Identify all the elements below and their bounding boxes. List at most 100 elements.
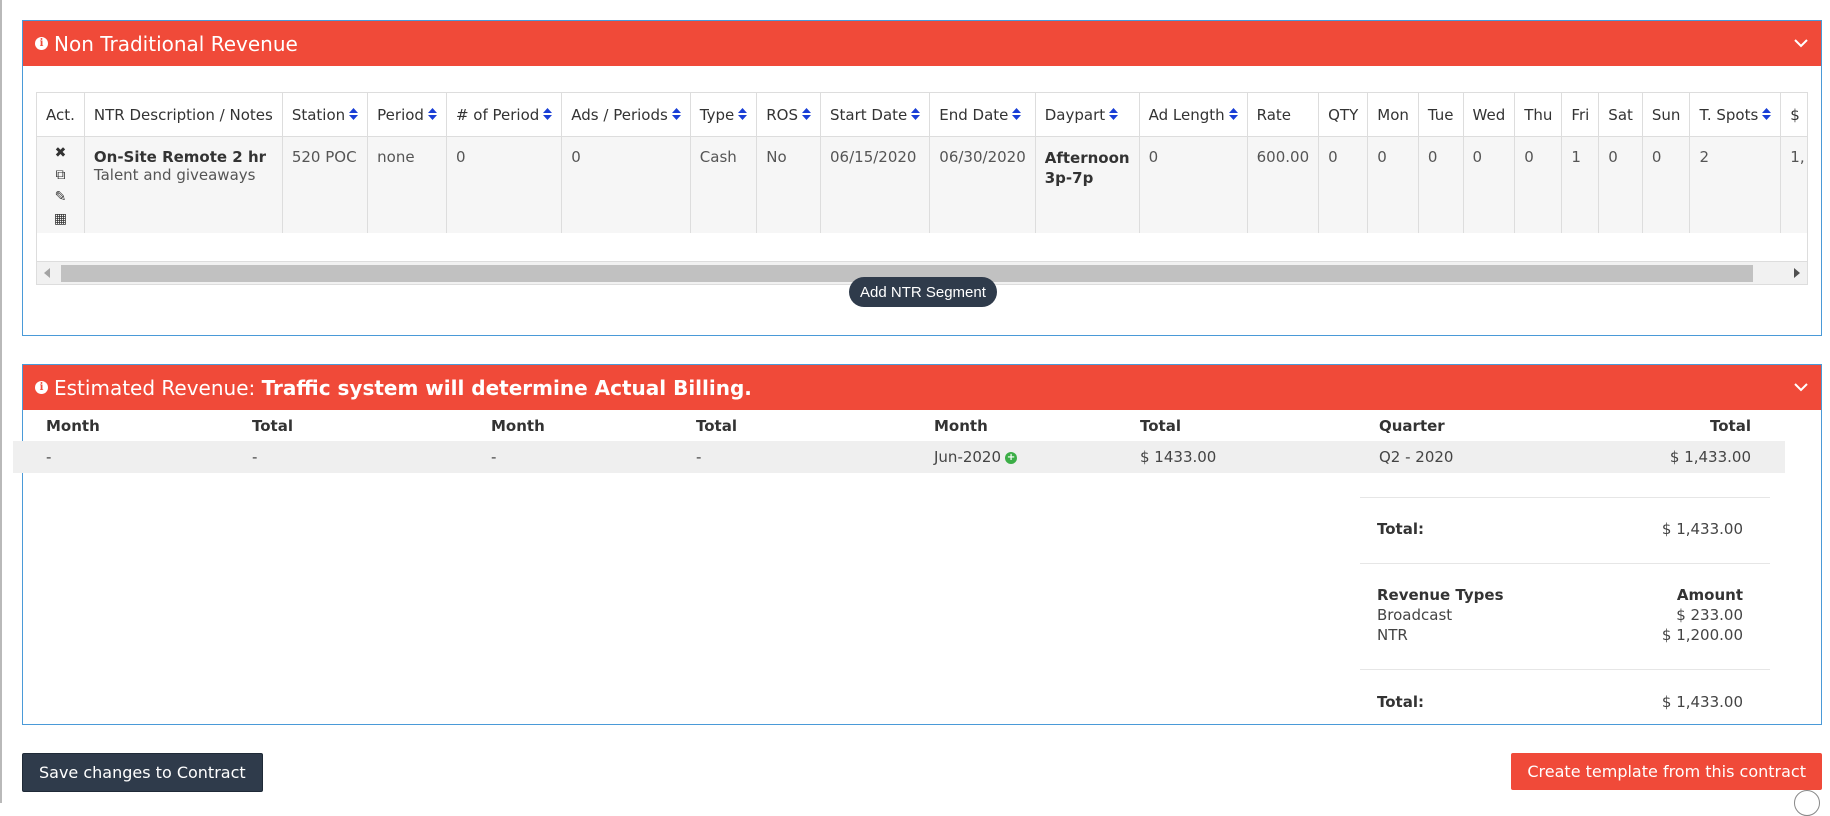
create-template-button[interactable]: Create template from this contract (1511, 753, 1822, 790)
revenue-types-label: Revenue Types (1377, 586, 1504, 604)
sat-cell: 0 (1598, 136, 1643, 233)
sort-icon[interactable] (1228, 108, 1238, 120)
col-header-qty: QTY (1318, 93, 1369, 137)
col-header-ads-periods[interactable]: Ads / Periods (561, 93, 691, 137)
divider (1360, 497, 1770, 498)
save-changes-button[interactable]: Save changes to Contract (22, 753, 263, 792)
revenue-type-ntr-amount: $ 1,200.00 (1661, 626, 1743, 644)
sun-cell: 0 (1642, 136, 1691, 233)
sort-icon[interactable] (738, 108, 748, 120)
period-cell: none (367, 136, 447, 233)
col-header-fri: Fri (1561, 93, 1600, 137)
header-total-3: Total (1140, 417, 1181, 435)
col-header-sat: Sat (1598, 93, 1643, 137)
col-header-num-period[interactable]: # of Period (446, 93, 563, 137)
month-1-value: - (46, 448, 52, 466)
edit-icon[interactable]: ✎ (46, 189, 75, 211)
sort-icon[interactable] (349, 108, 359, 120)
col-header-wed: Wed (1463, 93, 1516, 137)
info-icon: i (35, 381, 48, 394)
col-header-type[interactable]: Type (690, 93, 758, 137)
grand-total-summary: Total: $ 1,433.00 (1360, 693, 1760, 717)
estimated-revenue-header[interactable]: i Estimated Revenue: Traffic system will… (23, 365, 1821, 410)
copy-icon[interactable]: ⧉ (46, 167, 75, 189)
total-1-value: - (252, 448, 258, 466)
header-quarter-total: Total (1710, 417, 1751, 435)
ads-periods-cell: 0 (561, 136, 691, 233)
total-label: Total: (1377, 520, 1424, 538)
add-circle-icon[interactable]: + (1005, 451, 1018, 464)
month-3-value: Jun-2020 (934, 448, 1002, 466)
sort-icon[interactable] (911, 108, 921, 120)
total-value: $ 1,433.00 (1661, 520, 1743, 538)
month-2-value: - (491, 448, 497, 466)
col-header-dollar: $ (1780, 93, 1807, 137)
sort-icon[interactable] (802, 108, 812, 120)
add-ntr-segment-button[interactable]: Add NTR Segment (849, 277, 997, 307)
col-header-station[interactable]: Station (282, 93, 369, 137)
col-header-period[interactable]: Period (367, 93, 447, 137)
scroll-top-icon[interactable] (1794, 790, 1820, 816)
col-header-description: NTR Description / Notes (84, 93, 283, 137)
sort-icon[interactable] (671, 108, 681, 120)
start-date-cell: 06/15/2020 (820, 136, 931, 233)
col-header-thu: Thu (1514, 93, 1563, 137)
sort-icon[interactable] (427, 108, 437, 120)
table-row: - - - - Jun-2020 + $ 1433.00 Q2 - 2020 $ … (13, 441, 1785, 473)
quarter-total-value: $ 1,433.00 (1669, 448, 1751, 466)
t-spots-cell: 2 (1689, 136, 1782, 233)
header-month-2: Month (491, 417, 545, 435)
chevron-down-icon[interactable] (1793, 379, 1809, 395)
dollar-cell: 1, (1780, 136, 1807, 233)
col-header-t-spots[interactable]: T. Spots (1689, 93, 1782, 137)
estimated-revenue-title: Estimated Revenue: Traffic system will d… (54, 375, 752, 400)
calendar-icon[interactable]: ▦ (46, 211, 75, 233)
sort-icon[interactable] (1109, 108, 1119, 120)
chevron-down-icon[interactable] (1793, 35, 1809, 51)
delete-icon[interactable]: ✖ (46, 145, 75, 167)
sort-icon[interactable] (1762, 108, 1772, 120)
col-header-ros[interactable]: ROS (756, 93, 822, 137)
divider (1360, 669, 1770, 670)
col-header-start-date[interactable]: Start Date (820, 93, 931, 137)
daypart-cell: Afternoon 3p-7p (1035, 136, 1140, 233)
ntr-panel-header[interactable]: i Non Traditional Revenue (23, 21, 1821, 66)
estimated-revenue-header-row: Month Total Month Total Month Total Quar… (13, 415, 1785, 438)
mon-cell: 0 (1367, 136, 1419, 233)
daypart-time: 3p-7p (1044, 169, 1094, 187)
col-header-mon: Mon (1367, 93, 1419, 137)
header-quarter: Quarter (1379, 417, 1445, 435)
thu-cell: 0 (1514, 136, 1563, 233)
daypart-name: Afternoon (1044, 149, 1130, 167)
month-3-group: Jun-2020 + (934, 441, 1018, 473)
description-cell: On-Site Remote 2 hr Talent and giveaways (84, 136, 283, 233)
total-3-value: $ 1433.00 (1140, 448, 1217, 466)
action-cell: ✖ ⧉ ✎ ▦ (37, 136, 85, 233)
col-header-act: Act. (37, 93, 85, 137)
divider (1360, 563, 1770, 564)
grand-total-value: $ 1,433.00 (1661, 693, 1743, 711)
grand-total-label: Total: (1377, 693, 1424, 711)
qty-cell: 0 (1318, 136, 1369, 233)
revenue-type-broadcast-amount: $ 233.00 (1676, 606, 1743, 624)
ntr-notes: Talent and giveaways (93, 166, 256, 184)
scroll-right-icon[interactable] (1794, 268, 1800, 278)
col-header-end-date[interactable]: End Date (929, 93, 1036, 137)
col-header-sun: Sun (1642, 93, 1691, 137)
ntr-header-row: Act. NTR Description / Notes Station Per… (37, 93, 1807, 137)
ntr-table: Act. NTR Description / Notes Station Per… (37, 93, 1807, 233)
rate-cell: 600.00 (1247, 136, 1320, 233)
sort-icon[interactable] (1012, 108, 1022, 120)
scroll-left-icon[interactable] (44, 268, 50, 278)
col-header-daypart[interactable]: Daypart (1035, 93, 1140, 137)
ntr-table-container: Act. NTR Description / Notes Station Per… (36, 92, 1808, 285)
col-header-ad-length[interactable]: Ad Length (1139, 93, 1248, 137)
header-total-2: Total (696, 417, 737, 435)
col-header-tue: Tue (1418, 93, 1464, 137)
revenue-type-ntr-label: NTR (1377, 626, 1408, 644)
quarter-value: Q2 - 2020 (1379, 448, 1454, 466)
amount-label: Amount (1676, 586, 1743, 604)
sort-icon[interactable] (543, 108, 553, 120)
ntr-panel: i Non Traditional Revenue Act. NTR Descr… (22, 20, 1822, 336)
total-2-value: - (696, 448, 702, 466)
